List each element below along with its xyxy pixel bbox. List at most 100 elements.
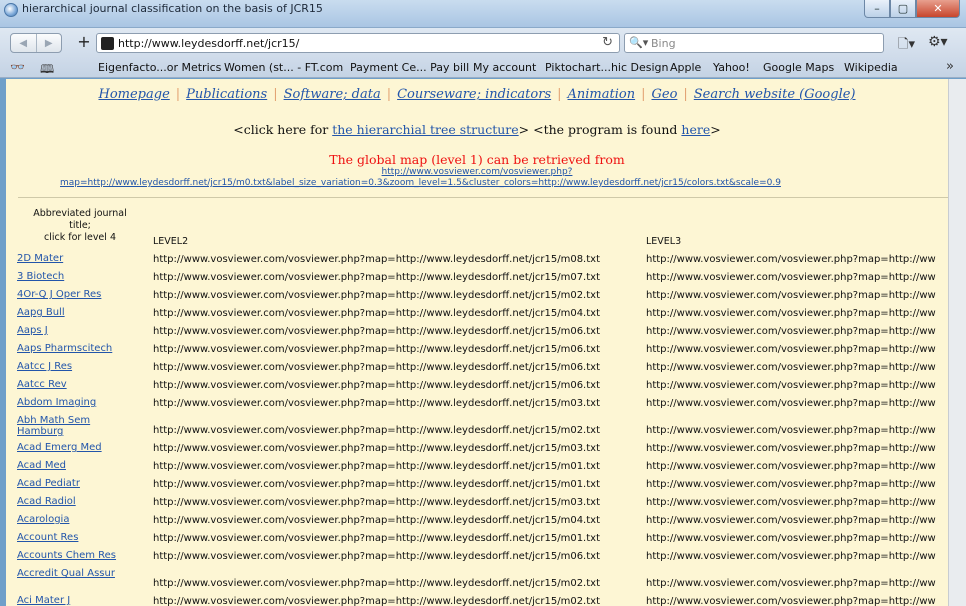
journal-header-line3: click for level 4 [44,232,116,243]
back-button[interactable]: ◀ [11,34,36,52]
table-row: Aci Mater J http://www.vosviewer.com/vosv… [6,593,948,606]
bookmark-item[interactable]: Google Maps [763,61,834,74]
level2-url: http://www.vosviewer.com/vosviewer.php?m… [153,461,600,472]
journal-link[interactable]: Aaps Pharmscitech [17,343,139,354]
level3-url: http://www.vosviewer.com/vosviewer.php?m… [646,578,936,589]
tree-suffix-text: > [710,122,721,137]
level3-url: http://www.vosviewer.com/vosviewer.php?m… [646,497,936,508]
table-row: 4Or-Q J Oper Res http://www.vosviewer.com… [6,287,948,305]
journal-link[interactable]: Acad Med [17,460,139,471]
gear-icon[interactable]: ⚙▾ [928,34,948,50]
level3-url: http://www.vosviewer.com/vosviewer.php?m… [646,272,936,283]
journal-link[interactable]: Acad Emerg Med [17,442,139,453]
level3-url: http://www.vosviewer.com/vosviewer.php?m… [646,479,936,490]
bookmarks-book-icon[interactable]: 🕮 [40,60,54,81]
bookmark-item[interactable]: Wikipedia [844,61,898,74]
page-menu-icon[interactable]: 🗋▾ [898,35,915,57]
nav-courseware-link[interactable]: Courseware; indicators [397,87,551,102]
nav-publications-link[interactable]: Publications [186,87,267,102]
bookmark-item[interactable]: Piktochart...hic Design [545,61,669,74]
site-nav: Homepage | Publications | Software; data | Cou… [6,87,948,102]
search-icon[interactable]: 🔍▾ [629,36,648,49]
table-row: Accredit Qual Assur http://www.vosviewer.… [6,566,948,593]
table-row: Acad Radiol http://www.vosviewer.com/vosv… [6,494,948,512]
bookmark-item[interactable]: Yahoo! [713,61,750,74]
journal-link[interactable]: Aatcc J Res [17,361,139,372]
address-bar[interactable]: http://www.leydesdorff.net/jcr15/ ↻ [96,33,620,53]
search-input[interactable]: Bing [651,37,676,50]
tree-structure-link[interactable]: the hierarchial tree structure [332,122,518,137]
level3-column-header: LEVEL3 [646,236,682,247]
nav-geo-link[interactable]: Geo [651,87,677,102]
minimize-button[interactable]: – [864,0,890,18]
level3-url: http://www.vosviewer.com/vosviewer.php?m… [646,344,936,355]
search-bar[interactable]: 🔍▾ Bing [624,33,884,53]
bookmark-item[interactable]: Eigenfacto...or Metrics [98,61,221,74]
level3-url: http://www.vosviewer.com/vosviewer.php?m… [646,515,936,526]
level3-url: http://www.vosviewer.com/vosviewer.php?m… [646,461,936,472]
bookmark-item[interactable]: My account [473,61,536,74]
forward-button[interactable]: ▶ [35,34,62,52]
level2-url: http://www.vosviewer.com/vosviewer.php?m… [153,533,600,544]
journal-link[interactable]: Acad Pediatr [17,478,139,489]
level2-url: http://www.vosviewer.com/vosviewer.php?m… [153,425,600,436]
reader-icon[interactable]: 👓 [10,60,25,74]
reload-icon[interactable]: ↻ [602,35,613,50]
global-map-link-part2[interactable]: map=http://www.leydesdorff.net/jcr15/m0.… [60,178,781,188]
level2-url: http://www.vosviewer.com/vosviewer.php?m… [153,290,600,301]
tree-prefix-text: <click here for [233,122,333,137]
bookmark-item[interactable]: Payment Ce... Pay bill [350,61,469,74]
level3-url: http://www.vosviewer.com/vosviewer.php?m… [646,380,936,391]
close-button[interactable]: ✕ [916,0,960,18]
maximize-button[interactable]: ▢ [890,0,916,18]
back-forward-group: ◀ ▶ [10,33,62,53]
table-row: Aatcc J Res http://www.vosviewer.com/vosv… [6,359,948,377]
journal-link[interactable]: 4Or-Q J Oper Res [17,289,139,300]
nav-homepage-link[interactable]: Homepage [98,87,169,102]
journal-link[interactable]: Aatcc Rev [17,379,139,390]
table-row: 3 Biotech http://www.vosviewer.com/vosvie… [6,269,948,287]
journal-link[interactable]: Abdom Imaging [17,397,139,408]
nav-search-link[interactable]: Search website (Google) [694,87,856,102]
journal-link[interactable]: 2D Mater [17,253,139,264]
level3-url: http://www.vosviewer.com/vosviewer.php?m… [646,254,936,265]
level3-url: http://www.vosviewer.com/vosviewer.php?m… [646,551,936,562]
tree-structure-line: <click here for the hierarchial tree str… [6,122,948,137]
journal-link[interactable]: 3 Biotech [17,271,139,282]
add-bookmark-button[interactable]: + [72,33,96,53]
nav-separator: | [683,87,688,102]
level2-url: http://www.vosviewer.com/vosviewer.php?m… [153,326,600,337]
journal-link[interactable]: Aci Mater J [17,595,139,606]
journal-link[interactable]: Accounts Chem Res [17,550,139,561]
divider [18,197,948,198]
level2-url: http://www.vosviewer.com/vosviewer.php?m… [153,551,600,562]
tree-middle-text: > <the program is found [518,122,682,137]
level2-column-header: LEVEL2 [153,236,189,247]
nav-separator: | [557,87,562,102]
vertical-scrollbar[interactable] [948,79,966,606]
global-map-link-part1[interactable]: http://www.vosviewer.com/vosviewer.php? [6,167,948,177]
table-row: Accounts Chem Res http://www.vosviewer.co… [6,548,948,566]
journal-link[interactable]: Aaps J [17,325,139,336]
program-here-link[interactable]: here [681,122,710,137]
bookmarks-bar: 👓 🕮 Eigenfacto...or Metrics Women (st...… [0,58,966,78]
journal-link[interactable]: Aapg Bull [17,307,139,318]
journal-link[interactable]: Account Res [17,532,139,543]
bookmark-item[interactable]: Women (st... - FT.com [224,61,343,74]
journal-link[interactable]: Acad Radiol [17,496,139,507]
journal-link[interactable]: Abh Math Sem Hamburg [17,415,139,437]
journal-table: 2D Mater http://www.vosviewer.com/vosview… [6,251,948,606]
level3-url: http://www.vosviewer.com/vosviewer.php?m… [646,533,936,544]
nav-software-link[interactable]: Software; data [284,87,381,102]
bookmark-item[interactable]: Apple [670,61,701,74]
bookmarks-overflow-icon[interactable]: » [946,59,954,74]
nav-separator: | [273,87,278,102]
table-row: Aaps Pharmscitech http://www.vosviewer.co… [6,341,948,359]
level3-url: http://www.vosviewer.com/vosviewer.php?m… [646,596,936,606]
address-input[interactable]: http://www.leydesdorff.net/jcr15/ [118,37,299,50]
journal-link[interactable]: Accredit Qual Assur [17,568,139,579]
nav-animation-link[interactable]: Animation [568,87,636,102]
nav-separator: | [641,87,646,102]
journal-link[interactable]: Acarologia [17,514,139,525]
table-row: Acad Med http://www.vosviewer.com/vosview… [6,458,948,476]
